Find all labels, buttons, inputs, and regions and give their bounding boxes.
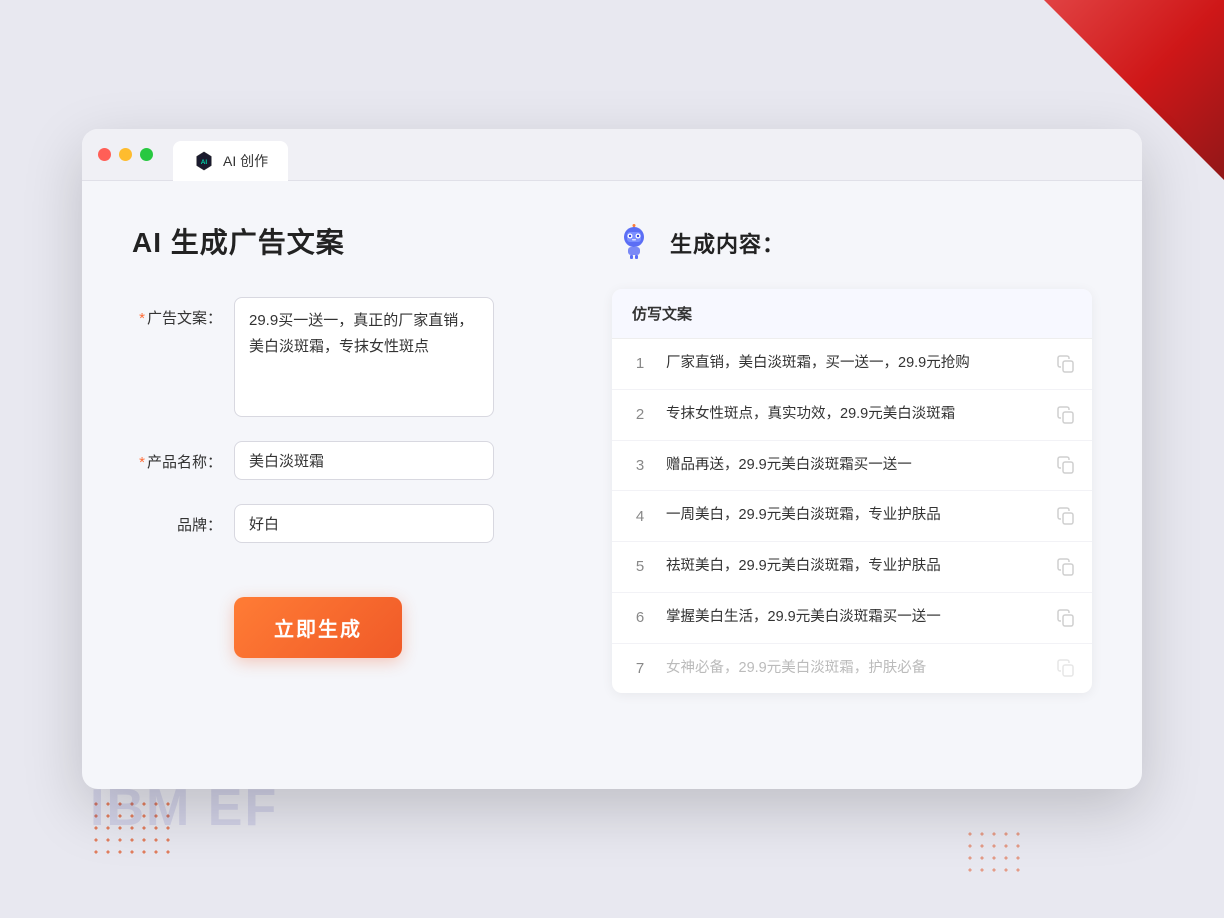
table-row: 4 一周美白，29.9元美白淡斑霜，专业护肤品 <box>612 491 1092 542</box>
ai-tab[interactable]: AI AI 创作 <box>173 141 288 181</box>
submit-button[interactable]: 立即生成 <box>234 597 402 658</box>
row-text: 掌握美白生活，29.9元美白淡斑霜买一送一 <box>666 607 1042 629</box>
close-button[interactable] <box>98 148 111 161</box>
svg-text:AI: AI <box>201 159 208 166</box>
row-number: 4 <box>628 508 652 525</box>
brand-input[interactable]: 好白 <box>234 504 494 543</box>
tab-label: AI 创作 <box>223 151 268 171</box>
result-title: 生成内容： <box>670 227 785 259</box>
ad-copy-group: *广告文案： 29.9买一送一，真正的厂家直销，美白淡斑霜，专抹女性斑点 <box>132 297 552 417</box>
row-text: 赠品再送，29.9元美白淡斑霜买一送一 <box>666 455 1042 477</box>
table-row: 1 厂家直销，美白淡斑霜，买一送一，29.9元抢购 <box>612 339 1092 390</box>
browser-window: AI AI 创作 AI 生成广告文案 *广告文案： 29.9买一送一，真正的厂家… <box>82 129 1142 789</box>
product-name-input[interactable]: 美白淡斑霜 <box>234 441 494 480</box>
result-table: 仿写文案 1 厂家直销，美白淡斑霜，买一送一，29.9元抢购 2 专抹女性斑点，… <box>612 289 1092 693</box>
table-rows-container: 1 厂家直销，美白淡斑霜，买一送一，29.9元抢购 2 专抹女性斑点，真实功效，… <box>612 339 1092 693</box>
row-text: 祛斑美白，29.9元美白淡斑霜，专业护肤品 <box>666 556 1042 578</box>
title-bar: AI AI 创作 <box>82 129 1142 181</box>
table-row: 5 祛斑美白，29.9元美白淡斑霜，专业护肤品 <box>612 542 1092 593</box>
right-panel: 生成内容： 仿写文案 1 厂家直销，美白淡斑霜，买一送一，29.9元抢购 2 专… <box>612 221 1092 741</box>
deco-dots-bottom-left <box>964 828 1024 878</box>
brand-label: 品牌： <box>132 504 222 535</box>
row-text: 专抹女性斑点，真实功效，29.9元美白淡斑霜 <box>666 404 1042 426</box>
table-row: 2 专抹女性斑点，真实功效，29.9元美白淡斑霜 <box>612 390 1092 441</box>
main-content: AI 生成广告文案 *广告文案： 29.9买一送一，真正的厂家直销，美白淡斑霜，… <box>82 181 1142 781</box>
required-mark-product: * <box>139 454 145 471</box>
page-title: AI 生成广告文案 <box>132 221 552 261</box>
copy-icon[interactable] <box>1056 405 1076 425</box>
table-row: 3 赠品再送，29.9元美白淡斑霜买一送一 <box>612 441 1092 492</box>
row-number: 3 <box>628 457 652 474</box>
robot-icon <box>612 221 656 265</box>
product-name-label: *产品名称： <box>132 441 222 472</box>
copy-icon[interactable] <box>1056 608 1076 628</box>
copy-icon[interactable] <box>1056 557 1076 577</box>
row-number: 5 <box>628 558 652 575</box>
maximize-button[interactable] <box>140 148 153 161</box>
table-row: 6 掌握美白生活，29.9元美白淡斑霜买一送一 <box>612 593 1092 644</box>
result-header: 生成内容： <box>612 221 1092 265</box>
row-number: 6 <box>628 609 652 626</box>
copy-icon[interactable] <box>1056 354 1076 374</box>
row-text: 女神必备，29.9元美白淡斑霜，护肤必备 <box>666 658 1042 680</box>
product-name-group: *产品名称： 美白淡斑霜 <box>132 441 552 480</box>
brand-group: 品牌： 好白 <box>132 504 552 543</box>
ai-tab-icon: AI <box>193 150 215 172</box>
ad-copy-textarea[interactable]: 29.9买一送一，真正的厂家直销，美白淡斑霜，专抹女性斑点 <box>234 297 494 417</box>
row-number: 1 <box>628 355 652 372</box>
required-mark-ad: * <box>139 310 145 327</box>
table-row: 7 女神必备，29.9元美白淡斑霜，护肤必备 <box>612 644 1092 694</box>
row-text: 一周美白，29.9元美白淡斑霜，专业护肤品 <box>666 505 1042 527</box>
row-number: 2 <box>628 406 652 423</box>
row-text: 厂家直销，美白淡斑霜，买一送一，29.9元抢购 <box>666 353 1042 375</box>
table-header: 仿写文案 <box>612 289 1092 339</box>
row-number: 7 <box>628 660 652 677</box>
traffic-lights <box>98 148 153 161</box>
ad-copy-label: *广告文案： <box>132 297 222 328</box>
copy-icon[interactable] <box>1056 506 1076 526</box>
minimize-button[interactable] <box>119 148 132 161</box>
copy-icon[interactable] <box>1056 658 1076 678</box>
copy-icon[interactable] <box>1056 455 1076 475</box>
left-panel: AI 生成广告文案 *广告文案： 29.9买一送一，真正的厂家直销，美白淡斑霜，… <box>132 221 552 741</box>
